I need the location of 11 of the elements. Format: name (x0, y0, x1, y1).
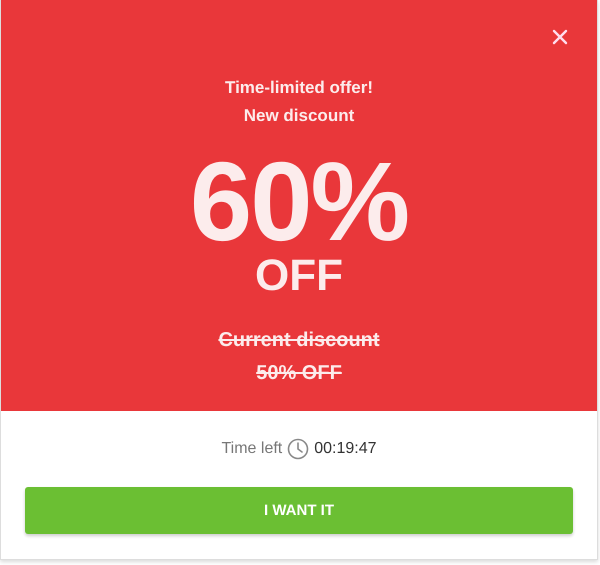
offer-headline: Time-limited offer! (225, 77, 373, 99)
old-discount-text: 50% OFF (256, 361, 342, 386)
countdown-timer: 00:19:47 (314, 440, 377, 458)
offer-headline: New discount (244, 105, 354, 127)
close-icon (552, 29, 568, 45)
old-discount-text: Current discount (218, 328, 380, 353)
discount-value: 60% (190, 152, 408, 252)
clock-icon (287, 438, 310, 460)
i-want-it-button[interactable]: I WANT IT (25, 487, 573, 534)
time-left-label: Time left (221, 440, 282, 458)
discount-suffix: OFF (255, 254, 343, 298)
